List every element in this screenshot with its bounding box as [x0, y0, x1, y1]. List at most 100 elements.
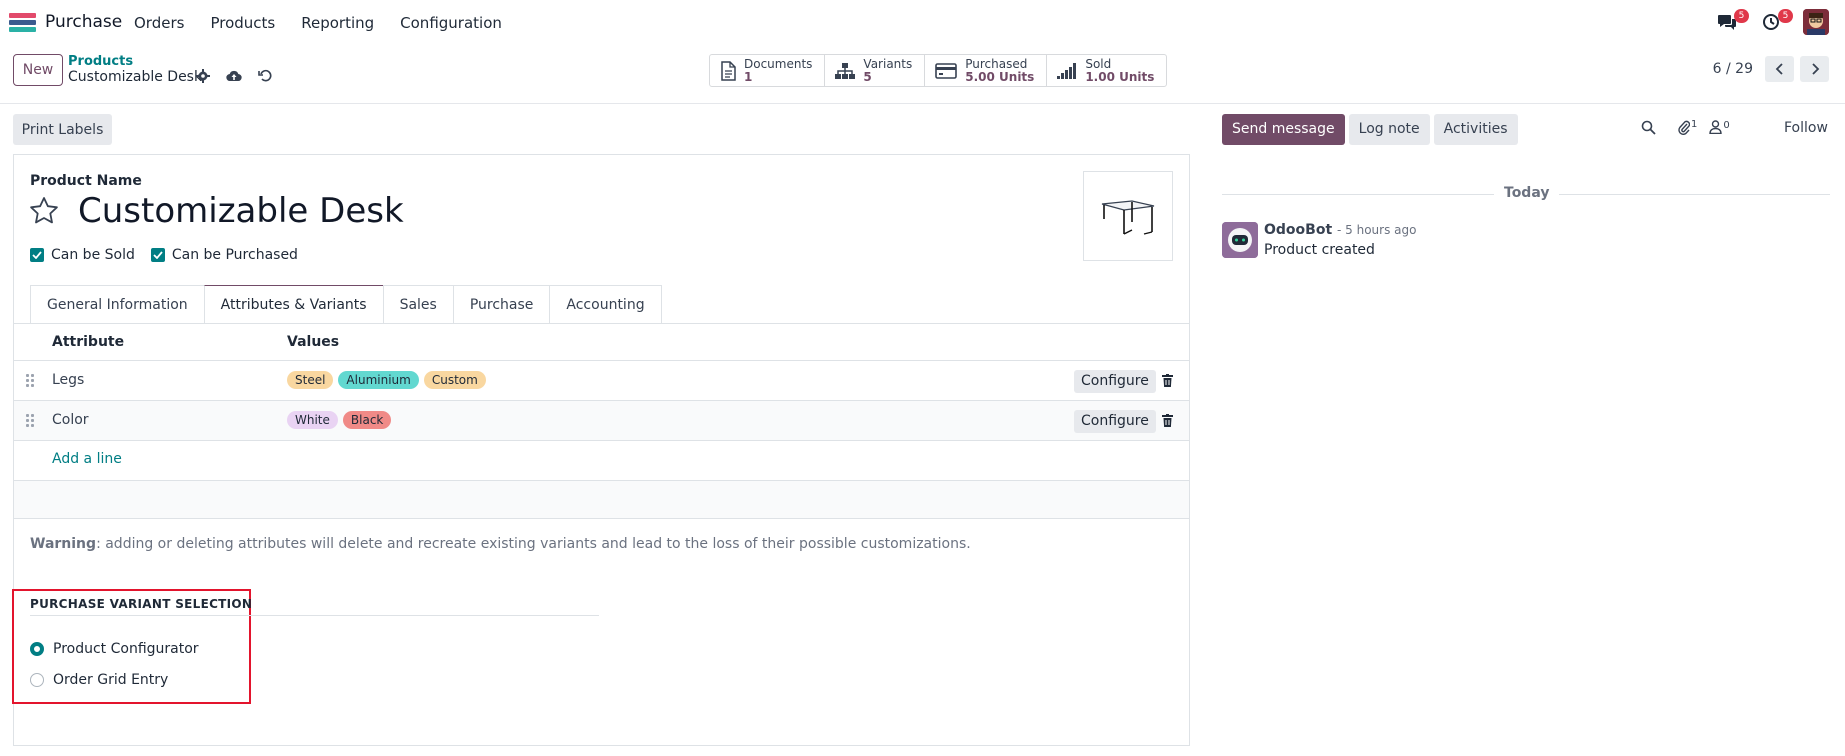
message-author: OdooBot - 5 hours ago — [1264, 222, 1416, 238]
tab-accounting[interactable]: Accounting — [549, 285, 662, 324]
purchased-value: 5.00 Units — [965, 69, 1035, 84]
search-icon[interactable] — [1641, 120, 1656, 135]
can-be-sold-label: Can be Sold — [51, 247, 135, 263]
log-note-button[interactable]: Log note — [1348, 114, 1430, 145]
table-row[interactable]: Color White Black Configure — [14, 401, 1189, 441]
product-name-label: Product Name — [30, 173, 142, 189]
trash-icon[interactable] — [1162, 414, 1173, 427]
activities-button[interactable]: 5 — [1759, 9, 1793, 35]
paperclip-icon — [1678, 120, 1690, 135]
print-labels-button[interactable]: Print Labels — [13, 114, 112, 145]
cloud-upload-icon[interactable] — [226, 70, 242, 82]
documents-button[interactable]: Documents 1 — [710, 55, 826, 86]
purchased-label: Purchased — [965, 56, 1028, 71]
variants-label: Variants — [863, 56, 913, 71]
radio-checked-icon — [30, 642, 44, 656]
attributes-table: Attribute Values Legs Steel Aluminium Cu… — [14, 324, 1189, 519]
drag-handle-icon[interactable] — [26, 414, 34, 428]
messaging-button[interactable]: 5 — [1715, 9, 1749, 35]
messages-badge: 5 — [1734, 9, 1749, 23]
purchase-variant-selection-title: PURCHASE VARIANT SELECTION — [30, 597, 253, 611]
sold-label: Sold — [1085, 56, 1112, 71]
gear-icon[interactable] — [196, 69, 210, 83]
send-message-button[interactable]: Send message — [1222, 114, 1345, 145]
pager-next-button[interactable] — [1800, 56, 1829, 82]
can-be-sold-checkbox[interactable]: Can be Sold — [30, 247, 135, 263]
documents-label: Documents — [744, 56, 813, 71]
pager-value[interactable]: 6 / 29 — [1713, 61, 1753, 77]
value-tag: Aluminium — [338, 371, 419, 389]
attachments-button[interactable]: 1 — [1678, 119, 1697, 135]
chevron-right-icon — [1811, 63, 1819, 75]
odoobot-avatar[interactable] — [1222, 222, 1258, 258]
menu-configuration[interactable]: Configuration — [400, 14, 502, 32]
top-navbar: Purchase Orders Products Reporting Confi… — [0, 0, 1845, 46]
product-image[interactable] — [1083, 171, 1173, 261]
warning-label: Warning — [30, 536, 97, 552]
attribute-values: Steel Aluminium Custom — [287, 371, 486, 389]
main-menu: Orders Products Reporting Configuration — [134, 14, 502, 32]
breadcrumb-parent[interactable]: Products — [68, 54, 133, 69]
record-actions — [196, 69, 272, 83]
breadcrumb-current: Customizable Desk — [68, 69, 203, 85]
sold-button[interactable]: Sold 1.00 Units — [1047, 55, 1166, 86]
empty-row — [14, 481, 1189, 519]
pager-previous-button[interactable] — [1765, 56, 1794, 82]
header-attribute[interactable]: Attribute — [52, 334, 124, 350]
message-body: Product created — [1264, 242, 1375, 258]
configure-button[interactable]: Configure — [1074, 370, 1156, 393]
attachments-count: 1 — [1691, 119, 1698, 130]
follow-button[interactable]: Follow — [1784, 120, 1828, 136]
discard-icon[interactable] — [258, 69, 272, 83]
radio-order-grid-entry[interactable]: Order Grid Entry — [30, 672, 168, 688]
purchased-button[interactable]: Purchased 5.00 Units — [925, 55, 1048, 86]
favorite-star-icon[interactable] — [28, 195, 60, 227]
pager: 6 / 29 — [1713, 56, 1829, 82]
variants-button[interactable]: Variants 5 — [825, 55, 926, 86]
followers-button[interactable]: 0 — [1709, 120, 1730, 134]
user-icon — [1709, 120, 1723, 134]
tab-purchase[interactable]: Purchase — [452, 285, 550, 324]
robot-avatar-icon — [1222, 222, 1258, 258]
can-be-purchased-checkbox[interactable]: Can be Purchased — [150, 247, 298, 263]
document-icon — [721, 60, 736, 81]
can-be-purchased-label: Can be Purchased — [171, 247, 298, 263]
configure-button[interactable]: Configure — [1074, 410, 1156, 433]
table-row[interactable]: Legs Steel Aluminium Custom Configure — [14, 361, 1189, 401]
tab-general-information[interactable]: General Information — [30, 285, 204, 324]
systray: 5 5 — [1715, 9, 1829, 35]
value-tag: Steel — [287, 371, 334, 389]
trash-icon[interactable] — [1162, 374, 1173, 387]
radio-label: Order Grid Entry — [53, 672, 169, 688]
form-sheet: Product Name Customizable Desk Can be So… — [12, 154, 1190, 746]
tab-sales[interactable]: Sales — [382, 285, 453, 324]
menu-reporting[interactable]: Reporting — [301, 14, 374, 32]
activities-button[interactable]: Activities — [1433, 114, 1518, 145]
credit-card-icon — [935, 62, 958, 79]
add-line-link[interactable]: Add a line — [52, 451, 122, 467]
value-tag: White — [287, 411, 338, 429]
signal-icon — [1057, 62, 1077, 79]
followers-count: 0 — [1723, 120, 1730, 131]
chatter-tools: 1 0 — [1641, 119, 1730, 135]
sitemap-icon — [835, 62, 856, 79]
menu-orders[interactable]: Orders — [134, 14, 184, 32]
product-name-field[interactable]: Customizable Desk — [78, 191, 404, 231]
chatter-actions: Send message Log note Activities — [1222, 114, 1518, 145]
header-values[interactable]: Values — [287, 334, 339, 350]
checkbox-checked-icon — [150, 248, 165, 262]
value-tag: Black — [342, 411, 392, 429]
menu-products[interactable]: Products — [210, 14, 275, 32]
user-avatar[interactable] — [1803, 9, 1829, 35]
app-name[interactable]: Purchase — [45, 12, 122, 32]
radio-product-configurator[interactable]: Product Configurator — [30, 641, 199, 657]
date-separator: Today — [1494, 185, 1560, 201]
tab-attributes-variants[interactable]: Attributes & Variants — [203, 285, 383, 324]
new-button[interactable]: New — [13, 54, 63, 86]
author-name[interactable]: OdooBot — [1264, 222, 1332, 238]
documents-value: 1 — [744, 69, 753, 84]
drag-handle-icon[interactable] — [26, 374, 34, 388]
app-logo-icon[interactable] — [9, 13, 36, 33]
product-flags: Can be Sold Can be Purchased — [30, 247, 298, 263]
radio-unchecked-icon — [30, 673, 44, 687]
